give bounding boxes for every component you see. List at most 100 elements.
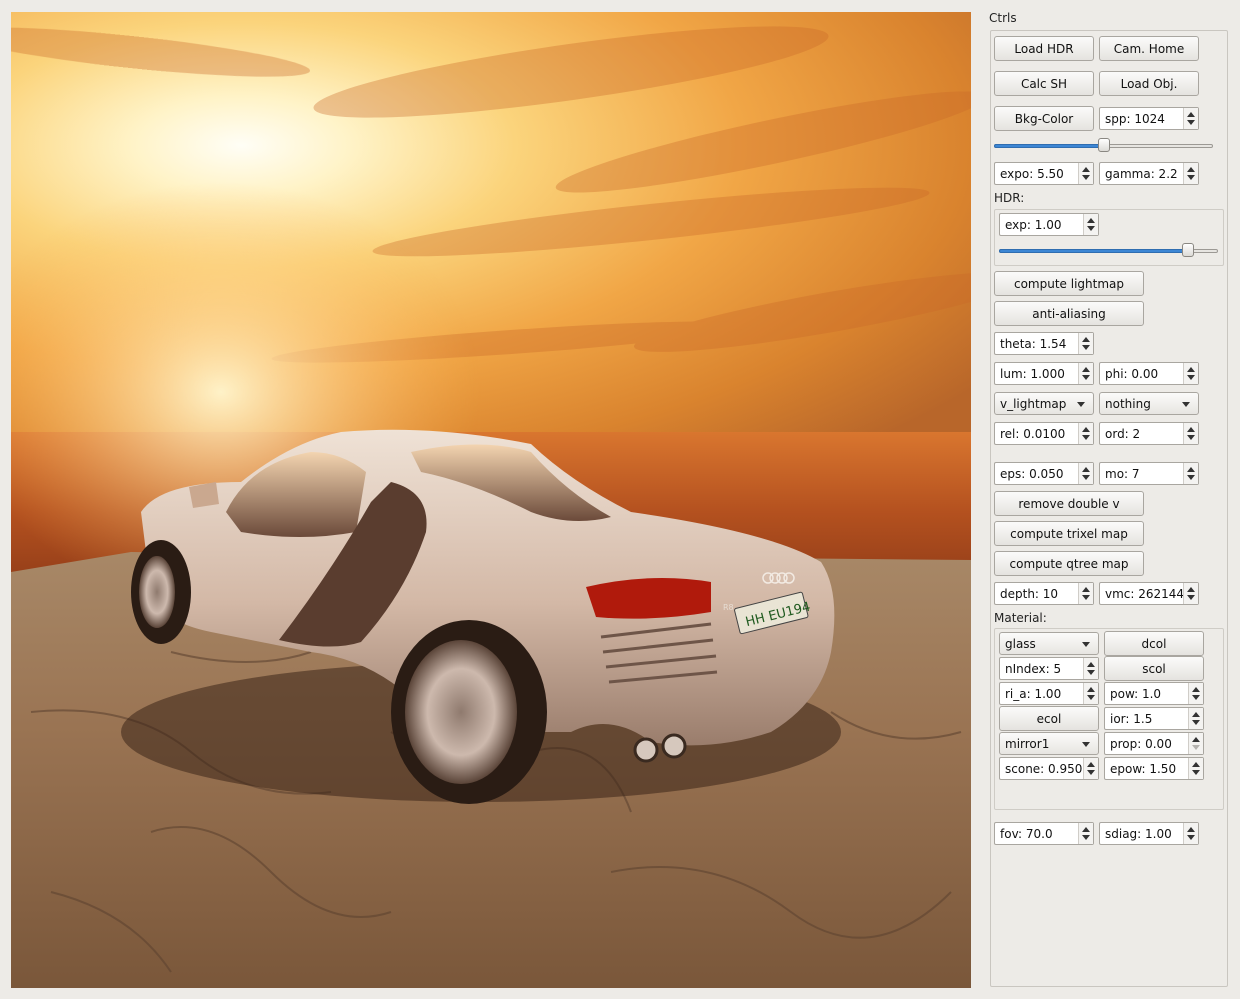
anti-aliasing-button[interactable]: anti-aliasing — [994, 301, 1144, 326]
spinbox-arrows[interactable] — [1188, 733, 1203, 754]
gamma-spinbox[interactable]: gamma: 2.2 — [1099, 162, 1199, 185]
spinbox-arrows[interactable] — [1078, 463, 1093, 484]
spinbox-arrows[interactable] — [1083, 683, 1098, 704]
chevron-down-icon — [1082, 742, 1090, 747]
spinbox-arrows[interactable] — [1078, 583, 1093, 604]
rear-wheel-rim — [405, 640, 517, 784]
hdr-exp-spinbox[interactable]: exp: 1.00 — [999, 213, 1099, 236]
vmc-spinbox[interactable]: vmc: 262144 — [1099, 582, 1199, 605]
spp-slider[interactable] — [994, 138, 1213, 154]
exhaust-right — [661, 733, 687, 759]
phi-value: phi: 0.00 — [1105, 367, 1159, 381]
rel-value: rel: 0.0100 — [1000, 427, 1066, 441]
spinbox-arrows[interactable] — [1078, 333, 1093, 354]
phi-spinbox[interactable]: phi: 0.00 — [1099, 362, 1199, 385]
compute-qtree-map-button[interactable]: compute qtree map — [994, 551, 1144, 576]
hdr-label: HDR: — [994, 191, 1025, 205]
spp-spinbox[interactable]: spp: 1024 — [1099, 107, 1199, 130]
expo-spinbox[interactable]: expo: 5.50 — [994, 162, 1094, 185]
load-hdr-button[interactable]: Load HDR — [994, 36, 1094, 61]
scone-spinbox[interactable]: scone: 0.950 — [999, 757, 1099, 780]
fov-spinbox[interactable]: fov: 70.0 — [994, 822, 1094, 845]
prop-spinbox[interactable]: prop: 0.00 — [1104, 732, 1204, 755]
remove-double-v-button[interactable]: remove double v — [994, 491, 1144, 516]
sdiag-value: sdiag: 1.00 — [1105, 827, 1172, 841]
render-viewport[interactable]: HH EU194 R8 — [11, 12, 971, 988]
spp-value: spp: 1024 — [1105, 112, 1165, 126]
gamma-value: gamma: 2.2 — [1105, 167, 1178, 181]
exhaust-left — [633, 737, 659, 763]
spp-slider-handle[interactable] — [1098, 138, 1110, 152]
spinbox-arrows[interactable] — [1183, 108, 1198, 129]
car-taillight — [586, 578, 711, 619]
material-label: Material: — [994, 611, 1047, 625]
secondary-mode-value: nothing — [1105, 397, 1151, 411]
spinbox-arrows[interactable] — [1183, 823, 1198, 844]
lum-value: lum: 1.000 — [1000, 367, 1065, 381]
theta-spinbox[interactable]: theta: 1.54 — [994, 332, 1094, 355]
nindex-spinbox[interactable]: nIndex: 5 — [999, 657, 1099, 680]
theta-value: theta: 1.54 — [1000, 337, 1067, 351]
pow-spinbox[interactable]: pow: 1.0 — [1104, 682, 1204, 705]
spinbox-arrows[interactable] — [1183, 163, 1198, 184]
dcol-button[interactable]: dcol — [1104, 631, 1204, 656]
spinbox-arrows[interactable] — [1078, 823, 1093, 844]
calc-sh-button[interactable]: Calc SH — [994, 71, 1094, 96]
material-type-select[interactable]: glass — [999, 632, 1099, 655]
rel-spinbox[interactable]: rel: 0.0100 — [994, 422, 1094, 445]
eps-value: eps: 0.050 — [1000, 467, 1064, 481]
spinbox-arrows[interactable] — [1188, 708, 1203, 729]
material-type-value: glass — [1005, 637, 1036, 651]
ri-a-value: ri_a: 1.00 — [1005, 687, 1062, 701]
chevron-down-icon — [1082, 642, 1090, 647]
front-wheel-rim — [139, 556, 175, 628]
chevron-down-icon — [1182, 402, 1190, 407]
depth-spinbox[interactable]: depth: 10 — [994, 582, 1094, 605]
spinbox-arrows[interactable] — [1083, 758, 1098, 779]
mo-value: mo: 7 — [1105, 467, 1140, 481]
spinbox-arrows[interactable] — [1083, 658, 1098, 679]
scol-button[interactable]: scol — [1104, 656, 1204, 681]
epow-value: epow: 1.50 — [1110, 762, 1177, 776]
load-obj-button[interactable]: Load Obj. — [1099, 71, 1199, 96]
mirror-select[interactable]: mirror1 — [999, 732, 1099, 755]
spinbox-arrows[interactable] — [1183, 363, 1198, 384]
compute-trixel-map-button[interactable]: compute trixel map — [994, 521, 1144, 546]
spinbox-arrows[interactable] — [1183, 583, 1198, 604]
secondary-mode-select[interactable]: nothing — [1099, 392, 1199, 415]
lightmap-mode-value: v_lightmap — [1000, 397, 1067, 411]
nindex-value: nIndex: 5 — [1005, 662, 1062, 676]
sdiag-spinbox[interactable]: sdiag: 1.00 — [1099, 822, 1199, 845]
spinbox-arrows[interactable] — [1078, 423, 1093, 444]
ecol-button[interactable]: ecol — [999, 706, 1099, 731]
bkg-color-button[interactable]: Bkg-Color — [994, 106, 1094, 131]
spp-slider-fill — [994, 144, 1104, 148]
compute-lightmap-button[interactable]: compute lightmap — [994, 271, 1144, 296]
hdr-slider-fill — [999, 249, 1189, 253]
lightmap-mode-select[interactable]: v_lightmap — [994, 392, 1094, 415]
spinbox-arrows[interactable] — [1083, 214, 1098, 235]
spinbox-arrows[interactable] — [1183, 463, 1198, 484]
ord-spinbox[interactable]: ord: 2 — [1099, 422, 1199, 445]
cam-home-button[interactable]: Cam. Home — [1099, 36, 1199, 61]
spinbox-arrows[interactable] — [1183, 423, 1198, 444]
eps-spinbox[interactable]: eps: 0.050 — [994, 462, 1094, 485]
scone-value: scone: 0.950 — [1005, 762, 1083, 776]
mirror-value: mirror1 — [1005, 737, 1050, 751]
epow-spinbox[interactable]: epow: 1.50 — [1104, 757, 1204, 780]
lum-spinbox[interactable]: lum: 1.000 — [994, 362, 1094, 385]
model-badge: R8 — [723, 603, 734, 612]
ior-spinbox[interactable]: ior: 1.5 — [1104, 707, 1204, 730]
spinbox-arrows[interactable] — [1078, 163, 1093, 184]
hdr-slider-handle[interactable] — [1182, 243, 1194, 257]
spinbox-arrows[interactable] — [1188, 683, 1203, 704]
spinbox-arrows[interactable] — [1188, 758, 1203, 779]
mo-spinbox[interactable]: mo: 7 — [1099, 462, 1199, 485]
ord-value: ord: 2 — [1105, 427, 1141, 441]
depth-value: depth: 10 — [1000, 587, 1059, 601]
hdr-exp-value: exp: 1.00 — [1005, 218, 1062, 232]
ri-a-spinbox[interactable]: ri_a: 1.00 — [999, 682, 1099, 705]
spinbox-arrows[interactable] — [1078, 363, 1093, 384]
expo-value: expo: 5.50 — [1000, 167, 1064, 181]
hdr-exp-slider[interactable] — [999, 243, 1218, 259]
